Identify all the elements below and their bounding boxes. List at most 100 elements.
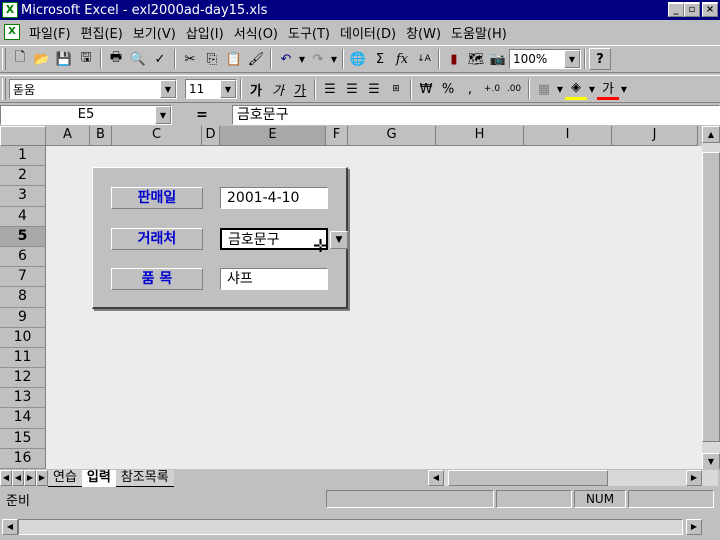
- menu-format[interactable]: 서식(O): [229, 23, 283, 42]
- row-header[interactable]: 8: [0, 287, 46, 308]
- client-combo[interactable]: 금호문구 ▼: [220, 228, 348, 250]
- next-sheet-icon[interactable]: ▶: [24, 470, 36, 486]
- horizontal-scrollbar[interactable]: ◀ ▶: [428, 470, 718, 486]
- underline-button[interactable]: 가: [289, 78, 311, 100]
- map-icon[interactable]: 🗺: [465, 48, 487, 70]
- scroll-thumb[interactable]: [702, 152, 720, 442]
- item-field[interactable]: 샤프: [220, 268, 328, 290]
- help-icon[interactable]: ?: [589, 48, 611, 70]
- bottom-scroll-track[interactable]: [18, 519, 683, 535]
- paste-icon[interactable]: 📋: [223, 48, 245, 70]
- italic-button[interactable]: 가: [267, 78, 289, 100]
- toolbar-grip[interactable]: [2, 48, 6, 70]
- last-sheet-icon[interactable]: ▶: [36, 470, 48, 486]
- redo-dropdown-icon[interactable]: ▼: [329, 55, 339, 64]
- sort-ascending-icon[interactable]: ↓A: [413, 48, 435, 70]
- formula-input[interactable]: 금호문구: [232, 105, 720, 125]
- format-painter-icon[interactable]: 🖌: [245, 48, 267, 70]
- prev-sheet-icon[interactable]: ◀: [12, 470, 24, 486]
- row-header[interactable]: 15: [0, 428, 46, 449]
- row-header[interactable]: 4: [0, 206, 46, 227]
- column-header[interactable]: H: [436, 126, 524, 146]
- row-header[interactable]: 16: [0, 448, 46, 469]
- row-header[interactable]: 3: [0, 186, 46, 207]
- scroll-left-icon[interactable]: ◀: [428, 470, 444, 486]
- workbook-icon[interactable]: X: [4, 24, 20, 40]
- merge-center-icon[interactable]: ⊞: [385, 78, 407, 100]
- print-icon[interactable]: 🖶: [105, 48, 127, 70]
- name-box[interactable]: E5 ▼: [0, 105, 172, 125]
- row-header[interactable]: 11: [0, 347, 46, 369]
- row-header[interactable]: 13: [0, 388, 46, 409]
- toolbar-grip[interactable]: [2, 78, 6, 100]
- bold-button[interactable]: 가: [245, 78, 267, 100]
- chart-wizard-icon[interactable]: ▮: [443, 48, 465, 70]
- function-icon[interactable]: fx: [391, 48, 413, 70]
- scroll-up-icon[interactable]: ▲: [702, 126, 720, 143]
- menu-data[interactable]: 데이터(D): [335, 23, 401, 42]
- chevron-down-icon[interactable]: ▼: [155, 106, 171, 124]
- align-center-icon[interactable]: ☰: [341, 78, 363, 100]
- vertical-scrollbar[interactable]: ▲ ▼: [702, 126, 720, 472]
- column-header[interactable]: J: [612, 126, 698, 146]
- row-header[interactable]: 12: [0, 368, 46, 389]
- menu-tools[interactable]: 도구(T): [283, 23, 335, 42]
- chevron-down-icon[interactable]: ▼: [330, 231, 348, 249]
- doc-restore-button[interactable]: ▫: [684, 3, 700, 17]
- cut-icon[interactable]: ✂: [179, 48, 201, 70]
- scroll-down-icon[interactable]: ▼: [702, 453, 720, 470]
- doc-close-button[interactable]: ×: [702, 3, 718, 17]
- font-color-dropdown-icon[interactable]: ▼: [619, 85, 629, 94]
- spelling-icon[interactable]: ✓: [149, 48, 171, 70]
- doc-minimize-button[interactable]: _: [668, 3, 684, 17]
- sheet-tab[interactable]: 참조목록: [115, 469, 174, 487]
- chevron-down-icon[interactable]: ▼: [160, 80, 176, 98]
- zoom-combo[interactable]: 100% ▼: [509, 49, 581, 69]
- row-header[interactable]: 10: [0, 327, 46, 348]
- currency-button[interactable]: ₩: [415, 78, 437, 100]
- undo-icon[interactable]: ↶: [275, 48, 297, 70]
- hyperlink-icon[interactable]: 🌐: [347, 48, 369, 70]
- column-header[interactable]: F: [326, 126, 348, 146]
- menu-window[interactable]: 창(W): [401, 23, 446, 42]
- menu-edit[interactable]: 편집(E): [76, 23, 128, 42]
- scroll-right-icon[interactable]: ▶: [686, 519, 702, 535]
- column-header-active[interactable]: E: [220, 126, 326, 146]
- drawing-icon[interactable]: 📷: [487, 48, 509, 70]
- row-header[interactable]: 14: [0, 408, 46, 429]
- menu-help[interactable]: 도움말(H): [446, 23, 512, 42]
- align-left-icon[interactable]: ☰: [319, 78, 341, 100]
- column-header[interactable]: G: [348, 126, 436, 146]
- row-header[interactable]: 1: [0, 146, 46, 167]
- scroll-right-icon[interactable]: ▶: [686, 470, 702, 486]
- undo-dropdown-icon[interactable]: ▼: [297, 55, 307, 64]
- menu-insert[interactable]: 삽입(I): [181, 23, 229, 42]
- column-header[interactable]: C: [112, 126, 202, 146]
- scroll-left-icon[interactable]: ◀: [2, 519, 18, 535]
- permission-icon[interactable]: 🖫: [75, 48, 97, 70]
- sheet-tab-active[interactable]: 입력: [81, 469, 116, 487]
- row-header[interactable]: 9: [0, 307, 46, 328]
- print-preview-icon[interactable]: 🔍: [127, 48, 149, 70]
- formula-equals-icon[interactable]: =: [172, 107, 232, 123]
- row-header[interactable]: 6: [0, 246, 46, 268]
- font-color-button[interactable]: 가: [597, 78, 619, 100]
- font-size-combo[interactable]: 11 ▼: [185, 79, 237, 99]
- align-right-icon[interactable]: ☰: [363, 78, 385, 100]
- row-header[interactable]: 7: [0, 267, 46, 288]
- save-icon[interactable]: 💾: [53, 48, 75, 70]
- row-header-active[interactable]: 5: [0, 226, 46, 247]
- copy-icon[interactable]: ⎘: [201, 48, 223, 70]
- borders-dropdown-icon[interactable]: ▼: [555, 85, 565, 94]
- chevron-down-icon[interactable]: ▼: [564, 50, 580, 68]
- new-icon[interactable]: 🗋: [9, 48, 31, 70]
- select-all-corner[interactable]: [0, 126, 46, 146]
- column-header[interactable]: I: [524, 126, 612, 146]
- sheet-tab[interactable]: 연습: [48, 469, 82, 487]
- fill-color-icon[interactable]: ◈: [565, 78, 587, 100]
- menu-file[interactable]: 파일(F): [24, 23, 76, 42]
- chevron-down-icon[interactable]: ▼: [220, 80, 236, 98]
- scroll-thumb[interactable]: [448, 470, 608, 486]
- column-header[interactable]: D: [202, 126, 220, 146]
- first-sheet-icon[interactable]: ◀: [0, 470, 12, 486]
